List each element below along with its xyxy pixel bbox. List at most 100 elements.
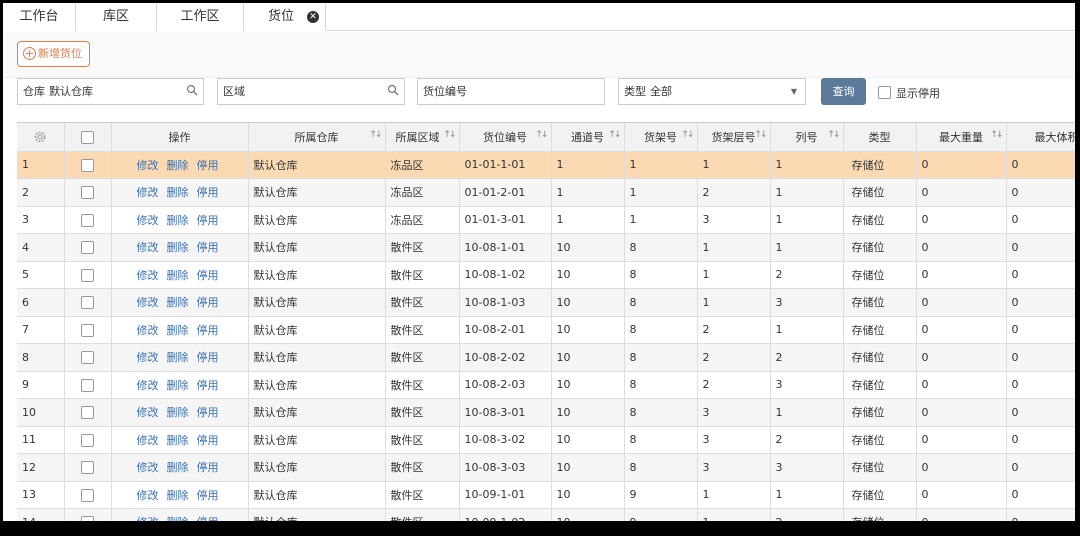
disable-link[interactable]: 停用	[197, 241, 219, 254]
row-checkbox[interactable]	[81, 378, 94, 392]
edit-link[interactable]: 修改	[137, 434, 159, 447]
row-checkbox[interactable]	[81, 488, 94, 502]
edit-link[interactable]: 修改	[137, 241, 159, 254]
row-checkbox[interactable]	[81, 158, 94, 172]
row-checkbox[interactable]	[81, 296, 94, 309]
row-checkbox[interactable]	[81, 268, 94, 282]
row-checkbox[interactable]	[81, 186, 94, 199]
disable-link[interactable]: 停用	[197, 159, 219, 172]
sort-icon[interactable]: ↑↓	[827, 130, 840, 140]
column-settings-cell[interactable]	[17, 123, 65, 152]
edit-link[interactable]: 修改	[137, 406, 159, 419]
add-location-button[interactable]: + 新增货位	[17, 41, 90, 67]
header-shelf-level[interactable]: 货架层号 ↑↓	[697, 123, 771, 152]
sort-icon[interactable]: ↑↓	[681, 130, 694, 140]
disable-link[interactable]: 停用	[197, 489, 219, 502]
row-checkbox[interactable]	[81, 461, 94, 474]
cell-select[interactable]	[64, 233, 112, 262]
header-location-code[interactable]: 货位编号 ↑↓	[459, 123, 552, 152]
sort-icon[interactable]: ↑↓	[535, 130, 548, 140]
row-checkbox[interactable]	[81, 213, 94, 227]
header-area[interactable]: 所属区域 ↑↓	[385, 123, 460, 152]
cell-select[interactable]	[64, 398, 112, 427]
location-code-input[interactable]: 货位编号	[417, 78, 605, 105]
sort-icon[interactable]: ↑↓	[754, 130, 767, 140]
row-checkbox[interactable]	[81, 516, 94, 521]
disable-link[interactable]: 停用	[197, 214, 219, 227]
cell-select[interactable]	[64, 288, 112, 317]
delete-link[interactable]: 删除	[167, 461, 189, 474]
select-all-cell[interactable]	[64, 123, 112, 152]
query-button[interactable]: 查询	[821, 78, 866, 105]
edit-link[interactable]: 修改	[137, 489, 159, 502]
type-select[interactable]: 类型 全部 ▼	[618, 78, 806, 105]
header-shelf[interactable]: 货架号 ↑↓	[624, 123, 698, 152]
row-checkbox[interactable]	[81, 241, 94, 254]
cell-select[interactable]	[64, 178, 112, 207]
disable-link[interactable]: 停用	[197, 434, 219, 447]
edit-link[interactable]: 修改	[137, 296, 159, 309]
edit-link[interactable]: 修改	[137, 516, 159, 521]
edit-link[interactable]: 修改	[137, 461, 159, 474]
edit-link[interactable]: 修改	[137, 324, 159, 337]
edit-link[interactable]: 修改	[137, 269, 159, 282]
sort-icon[interactable]: ↑↓	[990, 130, 1003, 140]
disable-link[interactable]: 停用	[197, 379, 219, 392]
tab-location[interactable]: 货位 ✕	[244, 3, 326, 31]
table-row[interactable]: 8 修改 删除 停用 默认仓库 散件区 10-08-2-02 10 8 2 2 存储位 0 0	[17, 343, 1075, 372]
edit-link[interactable]: 修改	[137, 379, 159, 392]
header-warehouse[interactable]: 所属仓库 ↑↓	[248, 123, 386, 152]
disable-link[interactable]: 停用	[197, 406, 219, 419]
disable-link[interactable]: 停用	[197, 269, 219, 282]
table-row[interactable]: 6 修改 删除 停用 默认仓库 散件区 10-08-1-03 10 8 1 3 存储位 0 0	[17, 288, 1075, 317]
table-row[interactable]: 7 修改 删除 停用 默认仓库 散件区 10-08-2-01 10 8 2 1 存储位 0 0	[17, 316, 1075, 344]
table-row[interactable]: 3 修改 删除 停用 默认仓库 冻品区 01-01-3-01 1 1 3 1 存储位 0 0	[17, 206, 1075, 234]
close-tab-icon[interactable]: ✕	[307, 11, 319, 23]
show-disabled-checkbox[interactable]	[878, 86, 891, 99]
row-checkbox[interactable]	[81, 351, 94, 364]
delete-link[interactable]: 删除	[167, 379, 189, 392]
delete-link[interactable]: 删除	[167, 434, 189, 447]
cell-select[interactable]	[64, 261, 112, 289]
disable-link[interactable]: 停用	[197, 516, 219, 521]
tab-workbench[interactable]: 工作台	[3, 3, 76, 31]
search-icon[interactable]	[387, 84, 399, 96]
row-checkbox[interactable]	[81, 406, 94, 419]
select-all-checkbox[interactable]	[81, 130, 94, 144]
table-row[interactable]: 13 修改 删除 停用 默认仓库 散件区 10-09-1-01 10 9 1 1 存储位 0 0	[17, 481, 1075, 509]
cell-select[interactable]	[64, 481, 112, 509]
header-aisle[interactable]: 通道号 ↑↓	[551, 123, 625, 152]
edit-link[interactable]: 修改	[137, 186, 159, 199]
row-checkbox[interactable]	[81, 323, 94, 337]
cell-select[interactable]	[64, 508, 112, 521]
gear-icon[interactable]	[33, 130, 47, 144]
cell-select[interactable]	[64, 206, 112, 234]
table-row[interactable]: 2 修改 删除 停用 默认仓库 冻品区 01-01-2-01 1 1 2 1 存储位 0 0	[17, 178, 1075, 207]
table-row[interactable]: 14修改删除停用默认仓库散件区10-09-1-0210912存储位00	[17, 508, 1075, 521]
table-row[interactable]: 1 修改 删除 停用 默认仓库 冻品区 01-01-1-01 1 1 1 1 存储位 0 0	[17, 151, 1075, 179]
cell-select[interactable]	[64, 316, 112, 344]
edit-link[interactable]: 修改	[137, 159, 159, 172]
delete-link[interactable]: 删除	[167, 186, 189, 199]
disable-link[interactable]: 停用	[197, 296, 219, 309]
edit-link[interactable]: 修改	[137, 214, 159, 227]
disable-link[interactable]: 停用	[197, 186, 219, 199]
table-row[interactable]: 4 修改 删除 停用 默认仓库 散件区 10-08-1-01 10 8 1 1 存储位 0 0	[17, 233, 1075, 262]
table-row[interactable]: 12 修改 删除 停用 默认仓库 散件区 10-08-3-03 10 8 3 3 存储位 0 0	[17, 453, 1075, 482]
cell-select[interactable]	[64, 426, 112, 454]
cell-select[interactable]	[64, 371, 112, 399]
delete-link[interactable]: 删除	[167, 406, 189, 419]
delete-link[interactable]: 删除	[167, 214, 189, 227]
disable-link[interactable]: 停用	[197, 324, 219, 337]
row-checkbox[interactable]	[81, 433, 94, 447]
table-row[interactable]: 10 修改 删除 停用 默认仓库 散件区 10-08-3-01 10 8 3 1 存储位 0 0	[17, 398, 1075, 427]
header-column[interactable]: 列号 ↑↓	[770, 123, 844, 152]
tab-storage-area[interactable]: 库区	[76, 3, 157, 31]
delete-link[interactable]: 删除	[167, 351, 189, 364]
table-row[interactable]: 9 修改 删除 停用 默认仓库 散件区 10-08-2-03 10 8 2 3 存储位 0 0	[17, 371, 1075, 399]
delete-link[interactable]: 删除	[167, 324, 189, 337]
cell-select[interactable]	[64, 343, 112, 372]
delete-link[interactable]: 删除	[167, 296, 189, 309]
sort-icon[interactable]: ↑↓	[443, 130, 456, 140]
disable-link[interactable]: 停用	[197, 351, 219, 364]
